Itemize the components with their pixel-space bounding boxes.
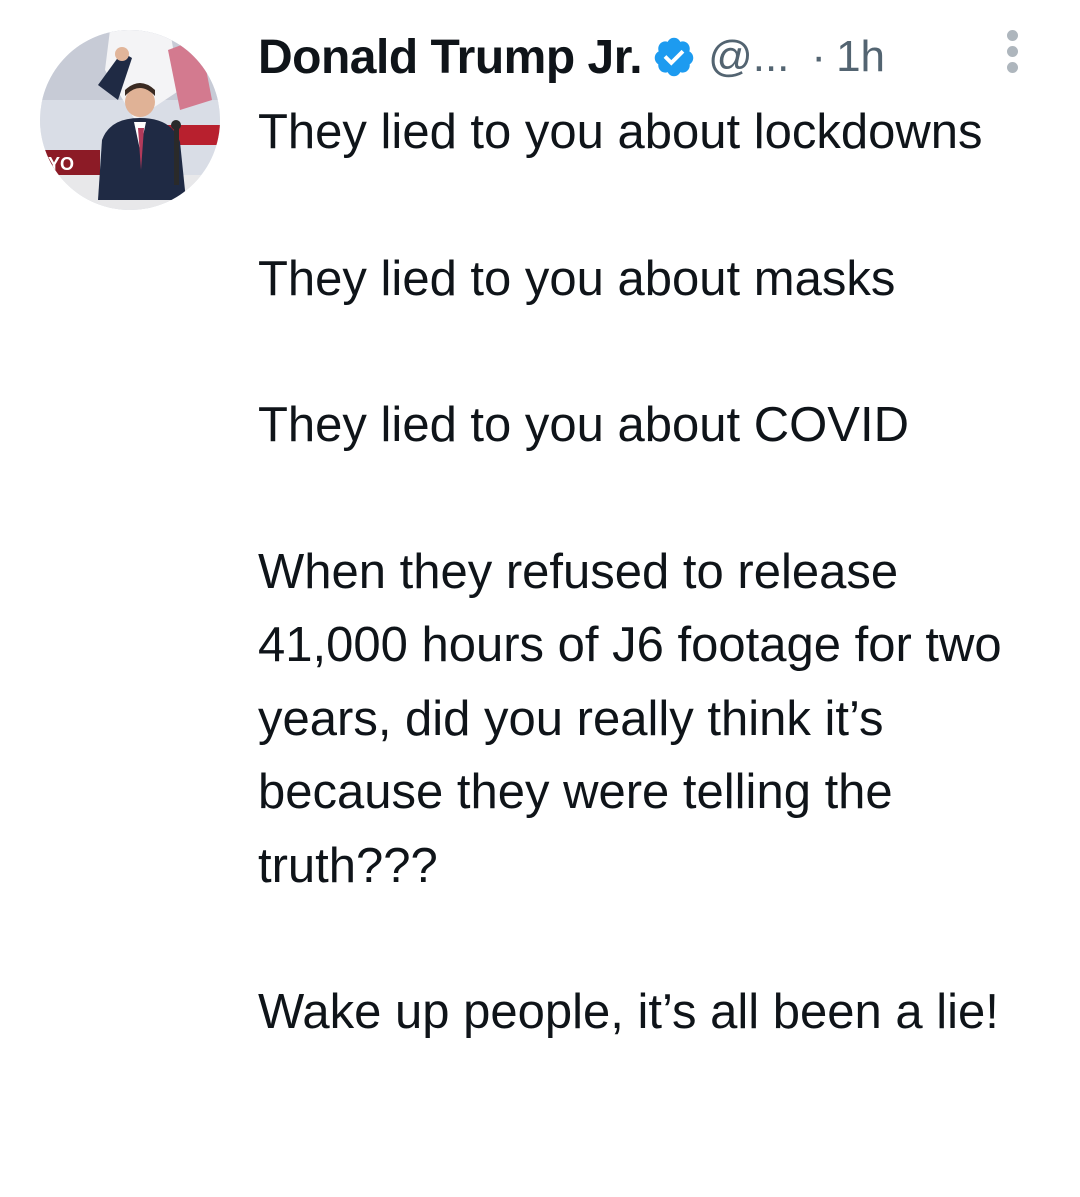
tweet-paragraph: They lied to you about masks [258, 251, 896, 306]
tweet-paragraph: Wake up people, it’s all been a lie! [258, 985, 999, 1039]
tweet-paragraph: They lied to you about COVID [258, 398, 909, 452]
tweet[interactable]: YO Donald Trump Jr. @... · 1h They lied … [0, 0, 1080, 1197]
tweet-paragraph: They lied to you about lockdowns [258, 105, 983, 159]
more-vertical-icon[interactable] [1000, 28, 1024, 78]
more-dot [1006, 46, 1018, 57]
more-dot [1006, 30, 1018, 41]
author-display-name[interactable]: Donald Trump Jr. [258, 30, 643, 85]
tweet-body: They lied to you about lockdowns They li… [258, 96, 1048, 1050]
verified-badge-icon [652, 35, 696, 79]
avatar-photo: YO [40, 30, 220, 210]
more-dot [1006, 62, 1018, 73]
tweet-timestamp[interactable]: 1h [836, 32, 885, 82]
author-handle[interactable]: @... [708, 32, 789, 82]
author-avatar[interactable]: YO [40, 30, 220, 210]
header-separator: · [811, 32, 827, 81]
svg-text:YO: YO [48, 154, 74, 174]
tweet-header: Donald Trump Jr. @... · 1h [258, 22, 1048, 92]
tweet-paragraph: When they refused to release 41,000 hour… [258, 544, 1002, 893]
